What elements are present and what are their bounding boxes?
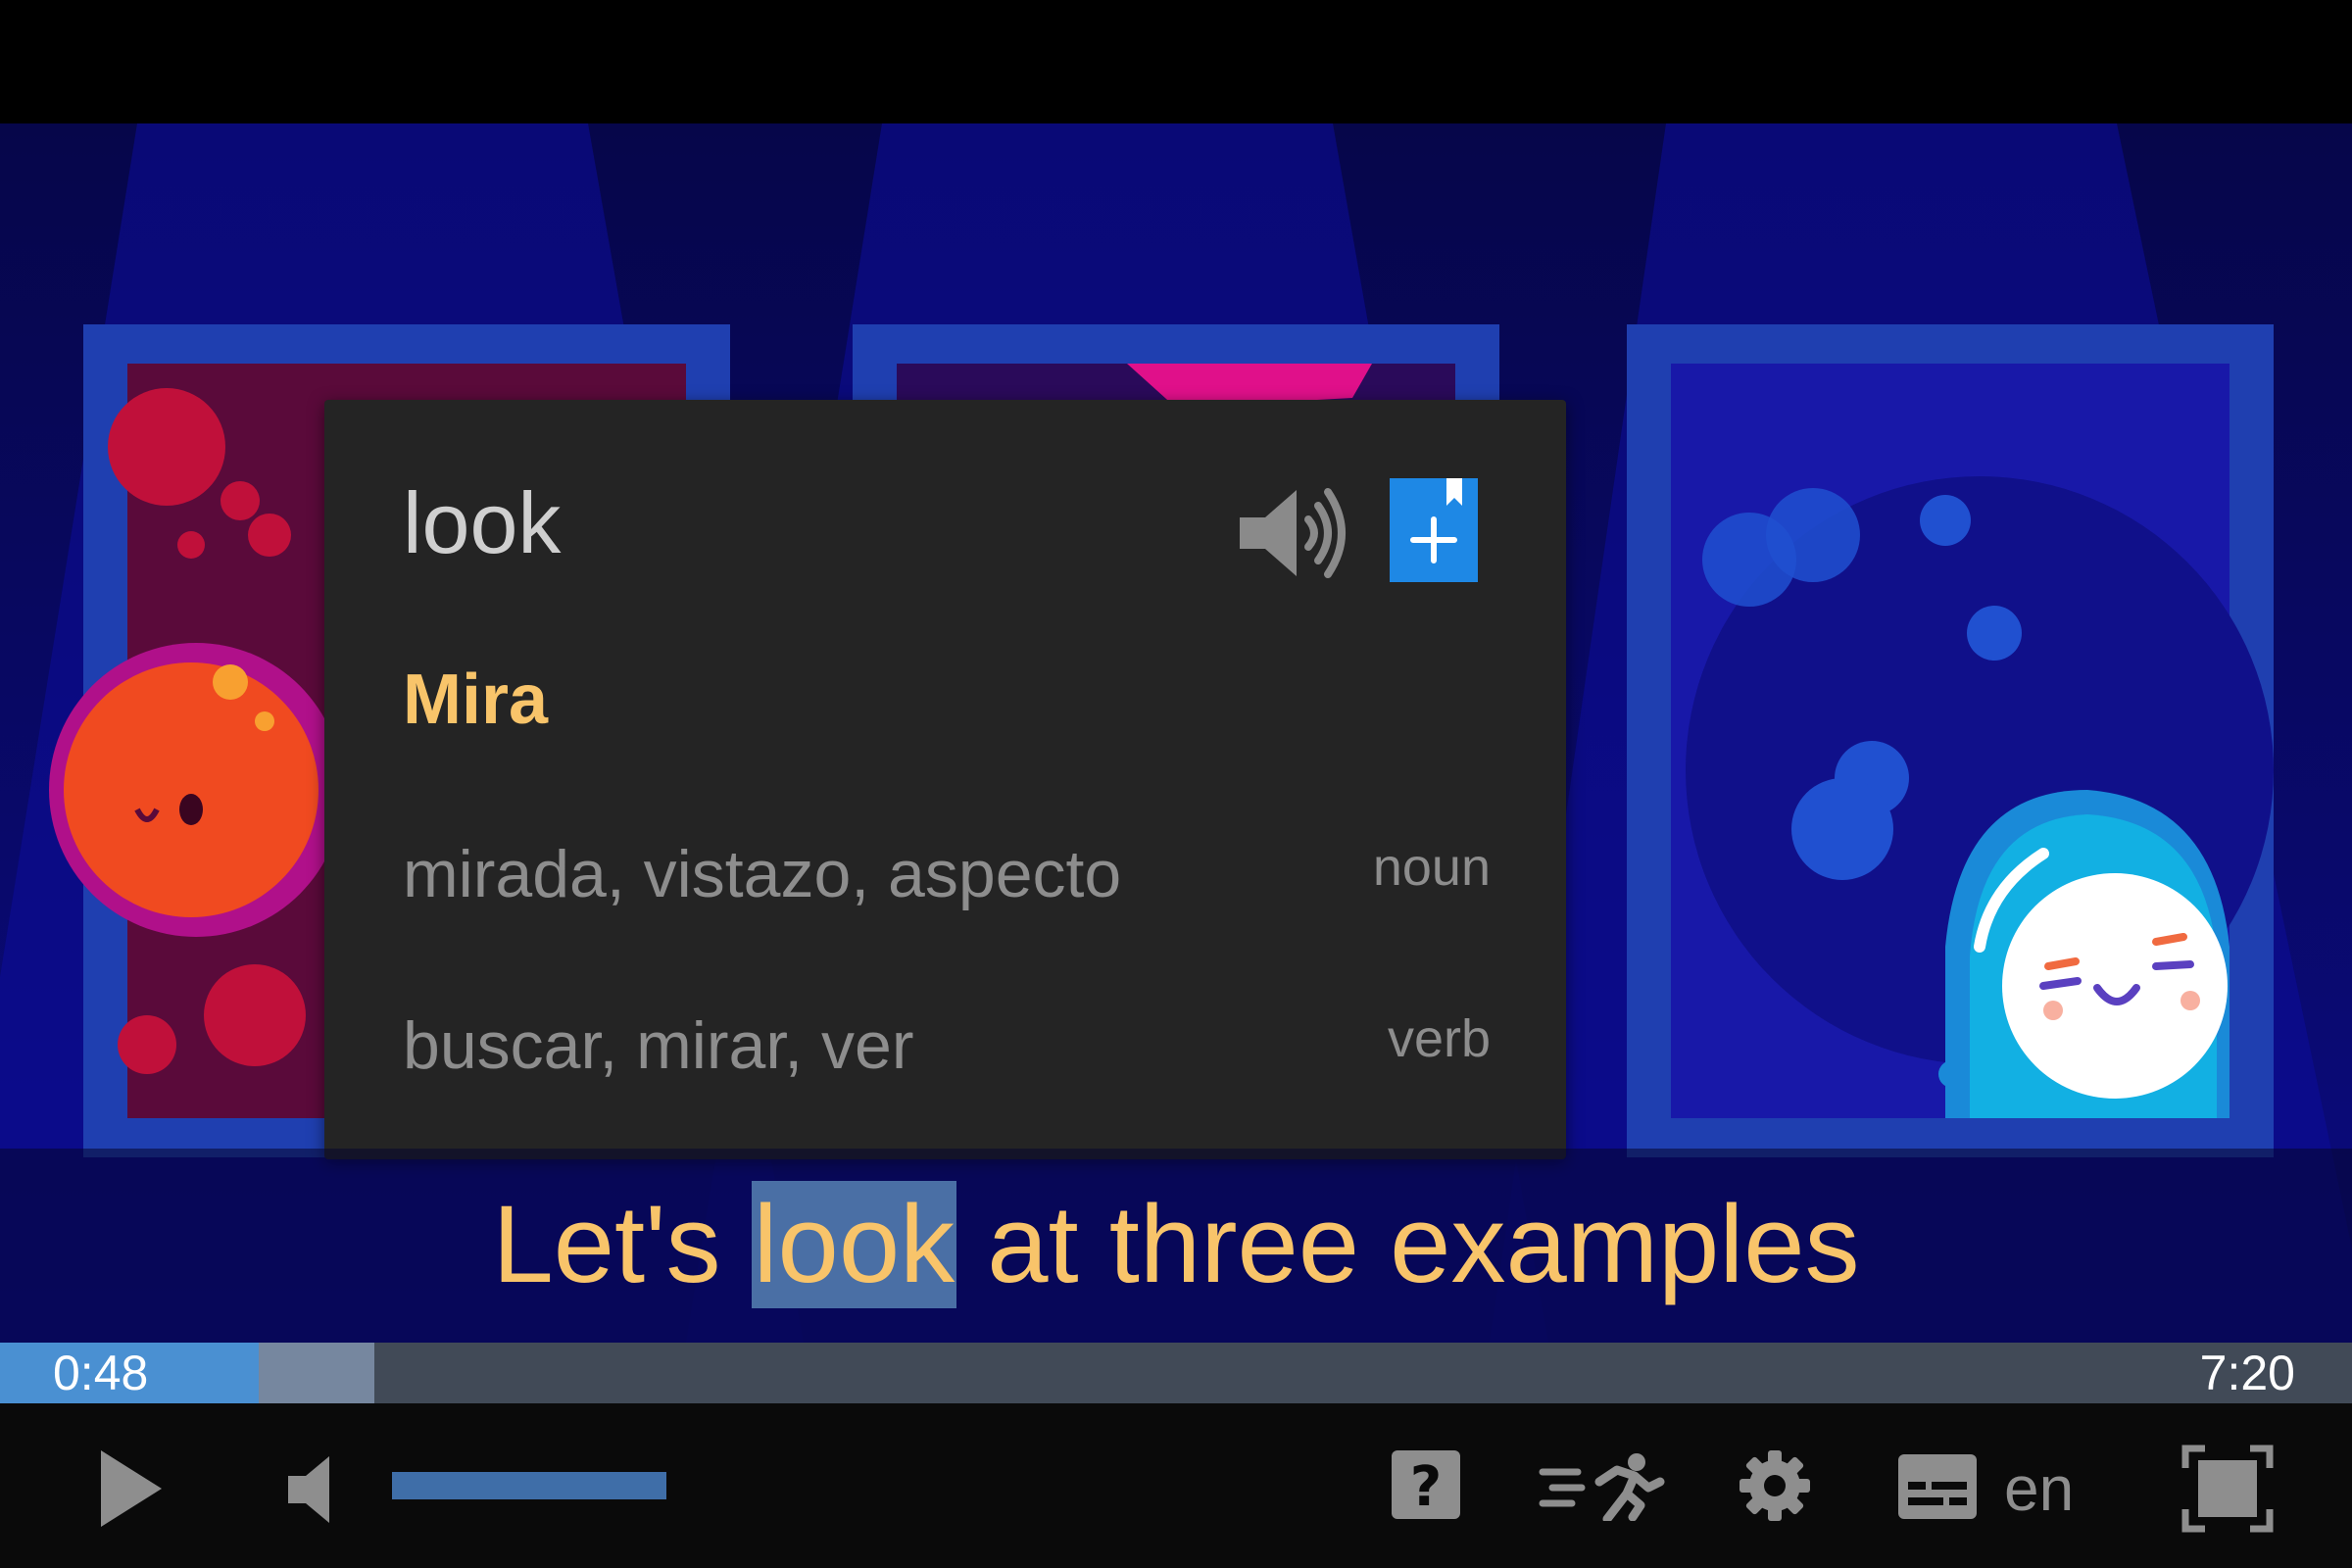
subtitle-text-before: Let's — [492, 1183, 752, 1305]
meaning-words: buscar, mirar, ver — [403, 1008, 914, 1083]
subtitle-language[interactable]: en — [2004, 1457, 2074, 1520]
speaker-icon[interactable] — [1236, 480, 1349, 586]
part-of-speech: verb — [1387, 1009, 1491, 1068]
speed-runner-icon[interactable] — [1539, 1450, 1666, 1524]
subtitle-text-after: at three examples — [956, 1183, 1860, 1305]
svg-text:?: ? — [1410, 1455, 1442, 1519]
progress-bar[interactable]: 0:48 7:20 — [0, 1343, 2352, 1403]
fullscreen-icon[interactable] — [2181, 1445, 2274, 1533]
current-time: 0:48 — [53, 1346, 149, 1400]
progress-buffered — [259, 1343, 374, 1403]
main-translation: Mira — [403, 661, 549, 739]
meaning-row-verb: buscar, mirar, ver verb — [403, 1012, 1491, 1101]
meaning-row-noun: mirada, vistazo, aspecto noun — [403, 841, 1491, 929]
gear-icon[interactable] — [1738, 1448, 1812, 1523]
meaning-words: mirada, vistazo, aspecto — [403, 837, 1122, 911]
control-bar: ? en — [0, 1403, 2352, 1568]
volume-slider[interactable] — [392, 1472, 666, 1499]
subtitle-highlighted-word[interactable]: look — [751, 1181, 957, 1308]
subtitle-line: Let's look at three examples — [0, 1181, 2352, 1308]
help-icon[interactable]: ? — [1390, 1448, 1462, 1521]
translation-popup: look Mira mirada, vistazo, aspecto noun … — [324, 400, 1566, 1159]
subtitles-icon[interactable] — [1896, 1452, 1979, 1521]
bookmark-add-icon[interactable] — [1390, 478, 1478, 582]
part-of-speech: noun — [1372, 838, 1491, 897]
top-letterbox — [0, 0, 2352, 123]
popup-word: look — [403, 474, 562, 571]
duration: 7:20 — [2199, 1346, 2295, 1400]
play-icon[interactable] — [93, 1446, 168, 1531]
volume-icon[interactable] — [284, 1452, 343, 1527]
